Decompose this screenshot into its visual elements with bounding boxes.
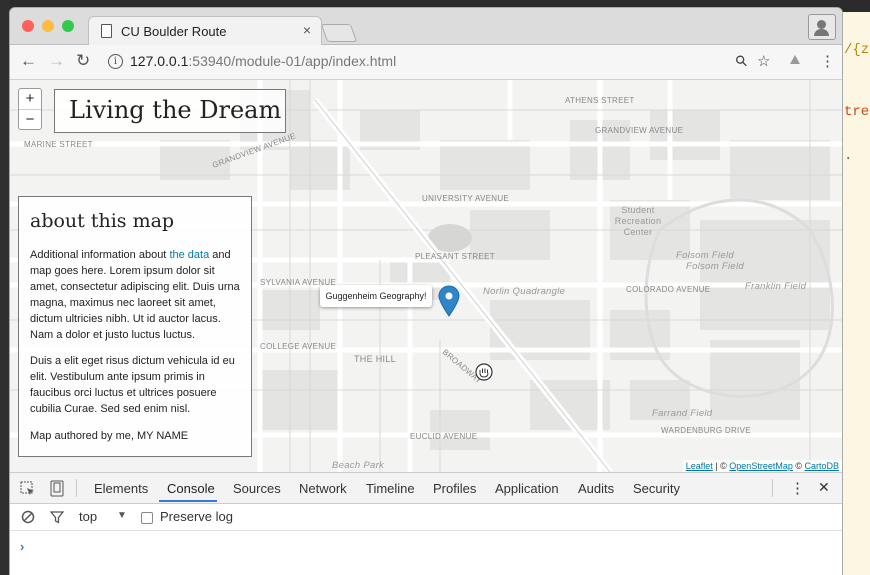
- browser-window: CU Boulder Route × ← → ↻ i 127.0.0.1:539…: [10, 8, 842, 575]
- data-link[interactable]: the data: [169, 249, 209, 261]
- map-label: GRANDVIEW AVENUE: [595, 126, 684, 135]
- console-toolbar: top ▼ Preserve log: [10, 504, 842, 531]
- map-label: UNIVERSITY AVENUE: [422, 194, 510, 203]
- minimize-window-button[interactable]: [42, 20, 54, 32]
- page-icon: [101, 24, 112, 38]
- console-prompt[interactable]: ›: [20, 539, 24, 554]
- tab-application[interactable]: Application: [495, 481, 559, 496]
- map-title: Living the Dream: [69, 96, 282, 124]
- about-panel: about this map Additional information ab…: [18, 196, 252, 457]
- map-label: EUCLID AVENUE: [410, 432, 478, 441]
- map-label: Norlin Quadrangle: [483, 286, 566, 297]
- tab-security[interactable]: Security: [633, 481, 680, 496]
- filter-icon[interactable]: [50, 510, 64, 524]
- devtools-menu-icon[interactable]: ⋮: [790, 479, 805, 497]
- map-label: THE HILL: [354, 354, 396, 364]
- context-selector[interactable]: top: [79, 509, 97, 524]
- forward-icon[interactable]: →: [48, 51, 65, 71]
- map-label: Farrand Field: [652, 408, 713, 419]
- tab-elements[interactable]: Elements: [94, 481, 148, 496]
- browser-toolbar: ← → ↻ i 127.0.0.1:53940/module-01/app/in…: [10, 45, 842, 80]
- inspect-element-icon[interactable]: [20, 481, 36, 497]
- map-label: ATHENS STREET: [565, 96, 635, 105]
- about-heading: about this map: [30, 210, 175, 232]
- osm-link[interactable]: OpenStreetMap: [729, 461, 793, 471]
- map-label: COLLEGE AVENUE: [260, 342, 337, 351]
- clear-console-icon[interactable]: [21, 510, 35, 524]
- marker-popup[interactable]: Guggenheim Geography!: [320, 285, 432, 307]
- tab-audits[interactable]: Audits: [578, 481, 614, 496]
- back-icon[interactable]: ←: [20, 51, 37, 71]
- map-label: Folsom Field: [676, 250, 734, 261]
- about-paragraph-1: Additional information about the data an…: [30, 249, 240, 341]
- grab-cursor-icon: [475, 363, 493, 381]
- address-bar[interactable]: i 127.0.0.1:53940/module-01/app/index.ht…: [104, 50, 782, 74]
- leaflet-link[interactable]: Leaflet: [686, 461, 713, 471]
- menu-icon[interactable]: ⋮: [820, 52, 835, 70]
- bookmark-star-icon[interactable]: ☆: [757, 52, 770, 70]
- preserve-log-checkbox[interactable]: [141, 512, 153, 524]
- map-label: Student Recreation Center: [614, 205, 662, 237]
- close-window-button[interactable]: [22, 20, 34, 32]
- device-toolbar-icon[interactable]: [50, 480, 64, 497]
- carto-link[interactable]: CartoDB: [804, 461, 839, 471]
- devtools-tab-bar: Elements Console Sources Network Timelin…: [10, 473, 842, 504]
- map-label: WARDENBURG DRIVE: [661, 426, 751, 435]
- url-text: 127.0.0.1:53940/module-01/app/index.html: [130, 53, 397, 69]
- map-marker-icon[interactable]: [438, 285, 460, 317]
- extension-icon[interactable]: [788, 52, 802, 66]
- new-tab-button[interactable]: [320, 24, 358, 42]
- tab-strip: CU Boulder Route ×: [10, 8, 842, 46]
- zoom-control: + −: [18, 88, 42, 130]
- map-label: Folsom Field: [686, 261, 744, 272]
- browser-tab[interactable]: CU Boulder Route ×: [88, 16, 322, 46]
- info-icon[interactable]: i: [108, 54, 123, 69]
- zoom-out-button[interactable]: −: [19, 109, 41, 130]
- active-tab-indicator: [159, 500, 217, 502]
- tab-console[interactable]: Console: [167, 481, 215, 496]
- tab-timeline[interactable]: Timeline: [366, 481, 415, 496]
- map-label: COLORADO AVENUE: [626, 285, 711, 294]
- preserve-log-label: Preserve log: [160, 509, 233, 524]
- zoom-in-button[interactable]: +: [19, 89, 41, 109]
- reload-icon[interactable]: ↻: [76, 51, 90, 71]
- map-title-box: Living the Dream: [54, 89, 286, 133]
- zoom-window-button[interactable]: [62, 20, 74, 32]
- map-viewport[interactable]: ATHENS STREET GRANDVIEW AVENUE MARINE ST…: [10, 80, 842, 472]
- profile-icon[interactable]: [808, 14, 836, 40]
- tab-profiles[interactable]: Profiles: [433, 481, 476, 496]
- about-author: Map authored by me, MY NAME: [30, 430, 189, 442]
- tab-close-icon[interactable]: ×: [303, 22, 311, 38]
- about-paragraph-2: Duis a elit eget risus dictum vehicula i…: [30, 355, 235, 415]
- map-label: PLEASANT STREET: [415, 252, 495, 261]
- tab-sources[interactable]: Sources: [233, 481, 281, 496]
- map-attribution: Leaflet | © OpenStreetMap © CartoDB: [682, 460, 842, 472]
- chevron-down-icon[interactable]: ▼: [117, 510, 127, 521]
- map-label: Beach Park: [332, 460, 385, 471]
- map-label: Franklin Field: [745, 281, 807, 292]
- tab-title: CU Boulder Route: [121, 24, 227, 39]
- desktop-background-left: [0, 0, 10, 575]
- devtools-close-icon[interactable]: ✕: [818, 479, 830, 496]
- tab-network[interactable]: Network: [299, 481, 347, 496]
- background-editor-window: /{z} tre .: [842, 0, 870, 575]
- map-label: MARINE STREET: [24, 140, 93, 149]
- devtools-panel: Elements Console Sources Network Timelin…: [10, 472, 842, 575]
